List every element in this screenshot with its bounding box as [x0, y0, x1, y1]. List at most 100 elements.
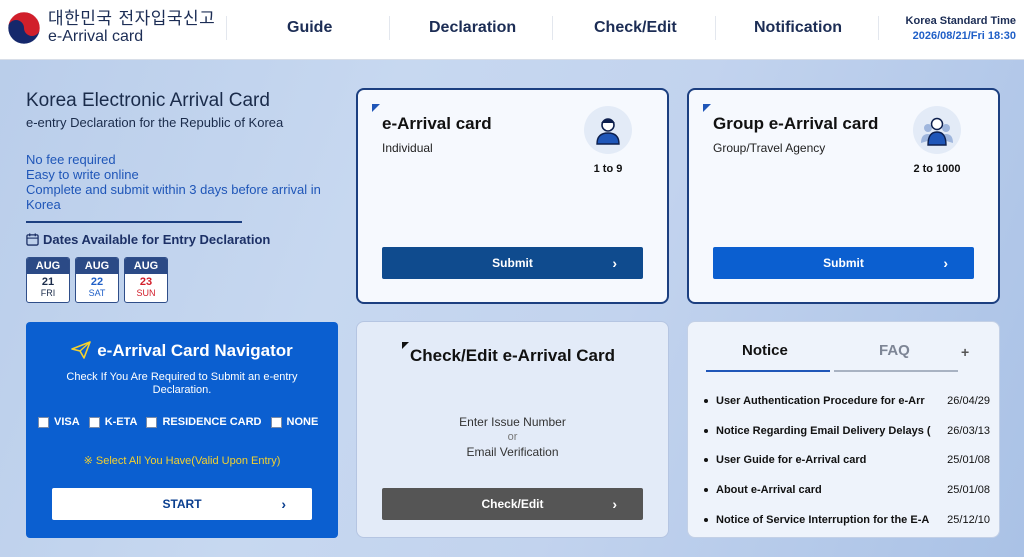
notice-tabs: Notice FAQ + — [706, 340, 982, 372]
bullet — [704, 398, 708, 403]
intro-section: Korea Electronic Arrival Card e-entry De… — [26, 90, 346, 303]
check-edit-title: Check/Edit e-Arrival Card — [409, 346, 615, 365]
more-plus-icon[interactable]: + — [961, 344, 969, 360]
date-item: AUG 23 SUN — [124, 257, 168, 303]
checkbox[interactable] — [88, 416, 100, 428]
checkbox[interactable] — [38, 416, 49, 428]
date-item: AUG 21 FRI — [26, 257, 70, 303]
group-submit-button[interactable]: Submit › — [713, 247, 974, 279]
check-edit-instructions: Enter Issue Number or Email Verification — [357, 415, 668, 460]
notice-title: Notice of Service Interruption for the E… — [716, 514, 930, 527]
bullet — [704, 518, 708, 523]
notice-title: User Guide for e-Arrival card — [716, 454, 867, 467]
checkbox[interactable] — [270, 416, 282, 428]
chevron-right-icon: › — [943, 255, 948, 271]
logo[interactable]: 대한민국 전자입국신고 e-Arrival card — [6, 10, 215, 46]
feature-item: Complete and submit within 3 days before… — [26, 182, 321, 212]
navigator-title: e-Arrival Card Navigator — [26, 341, 338, 361]
group-range: 2 to 1000 — [913, 163, 961, 175]
individual-card: e-Arrival card Individual 1 to 9 Submit … — [356, 88, 669, 304]
date-day: 23 — [139, 276, 153, 288]
nav-notification[interactable]: Notification — [754, 19, 842, 37]
corner-mark — [372, 104, 380, 112]
check-edit-card: Check/Edit e-Arrival Card Enter Issue Nu… — [356, 321, 669, 538]
paper-plane-icon — [71, 341, 92, 359]
active-tab-indicator — [706, 370, 830, 372]
logo-korean-text: 대한민국 전자입국신고 — [48, 9, 216, 29]
submit-label: Submit — [492, 256, 533, 270]
bullet — [704, 458, 708, 463]
start-button[interactable]: START › — [52, 488, 312, 520]
issue-number-text: Enter Issue Number — [459, 415, 566, 429]
nav-divider — [715, 16, 716, 40]
checkbox-label: VISA — [54, 416, 80, 428]
notice-item[interactable]: Notice of Service Interruption for the E… — [704, 505, 990, 535]
notice-date: 26/04/29 — [947, 394, 990, 407]
checkbox-label: NONE — [286, 416, 319, 428]
checkbox-residence-card[interactable]: RESIDENCE CARD — [146, 416, 262, 428]
checkbox-visa[interactable]: VISA — [38, 416, 80, 428]
group-card-title: Group e-Arrival card — [713, 114, 879, 133]
checkbox-none[interactable]: NONE — [270, 416, 319, 428]
navigator-description: Check If You Are Required to Submit an e… — [66, 371, 298, 396]
page-subtitle: e-entry Declaration for the Republic of … — [26, 115, 284, 130]
individual-range: 1 to 9 — [593, 163, 623, 175]
dates-title-text: Dates Available for Entry Declaration — [43, 232, 271, 247]
checkbox-label: RESIDENCE CARD — [162, 416, 262, 428]
bullet — [704, 428, 708, 433]
notice-item[interactable]: User Authentication Procedure for e-Arr 2… — [704, 386, 990, 416]
notice-title: Notice Regarding Email Delivery Delays ( — [716, 424, 931, 437]
navigator-title-text: e-Arrival Card Navigator — [97, 341, 293, 360]
group-icon — [913, 106, 961, 154]
korea-time: Korea Standard Time 2026/08/21/Fri 18:30 — [906, 14, 1016, 44]
group-card-subtitle: Group/Travel Agency — [713, 141, 826, 155]
nav-guide[interactable]: Guide — [287, 19, 332, 37]
notice-panel: Notice FAQ + User Authentication Procedu… — [687, 321, 1000, 538]
feature-list: No fee required Easy to write online Com… — [26, 152, 346, 212]
date-day: 21 — [41, 276, 55, 288]
group-card: Group e-Arrival card Group/Travel Agency… — [687, 88, 1000, 304]
document-checkboxes: VISA K-ETA RESIDENCE CARD NONE — [38, 416, 327, 428]
checkbox-k-eta[interactable]: K-ETA — [88, 416, 138, 428]
notice-item[interactable]: User Guide for e-Arrival card 25/01/08 — [704, 446, 990, 476]
calendar-icon — [26, 233, 39, 246]
nav-check-edit[interactable]: Check/Edit — [594, 19, 677, 37]
nav-declaration[interactable]: Declaration — [429, 19, 516, 37]
nav-divider — [552, 16, 553, 40]
page-title: Korea Electronic Arrival Card — [26, 90, 270, 111]
corner-mark — [703, 104, 711, 112]
notice-date: 25/01/08 — [947, 454, 990, 467]
date-month: AUG — [76, 258, 118, 274]
person-icon — [584, 106, 632, 154]
bullet — [704, 488, 708, 493]
chevron-right-icon: › — [612, 496, 617, 512]
feature-item: Easy to write online — [26, 167, 139, 182]
check-edit-label: Check/Edit — [481, 497, 544, 511]
individual-submit-button[interactable]: Submit › — [382, 247, 643, 279]
date-list: AUG 21 FRI AUG 22 SAT AUG 23 SUN — [26, 257, 346, 303]
notice-title: About e-Arrival card — [716, 484, 822, 497]
notice-item[interactable]: Notice Regarding Email Delivery Delays (… — [704, 416, 990, 446]
navigator-note: ※ Select All You Have(Valid Upon Entry) — [83, 455, 281, 467]
chevron-right-icon: › — [281, 496, 286, 512]
tab-indicator — [834, 370, 958, 372]
individual-card-subtitle: Individual — [382, 141, 433, 155]
date-weekday: FRI — [40, 288, 56, 298]
notice-date: 25/12/10 — [947, 514, 990, 527]
date-month: AUG — [27, 258, 69, 274]
check-edit-button[interactable]: Check/Edit › — [382, 488, 643, 520]
nav-divider — [878, 16, 879, 40]
tab-faq[interactable]: FAQ — [879, 342, 910, 359]
start-label: START — [162, 497, 202, 511]
notice-list: User Authentication Procedure for e-Arr 2… — [704, 386, 990, 535]
checkbox[interactable] — [146, 416, 158, 428]
date-item: AUG 22 SAT — [75, 257, 119, 303]
checkbox-label: K-ETA — [104, 416, 138, 428]
divider — [26, 221, 242, 223]
time-label: Korea Standard Time — [905, 15, 1016, 27]
logo-english-text: e-Arrival card — [48, 28, 144, 45]
email-verification-text: Email Verification — [466, 445, 559, 459]
notice-item[interactable]: About e-Arrival card 25/01/08 — [704, 475, 990, 505]
tab-notice[interactable]: Notice — [742, 342, 788, 359]
notice-date: 25/01/08 — [947, 484, 990, 497]
